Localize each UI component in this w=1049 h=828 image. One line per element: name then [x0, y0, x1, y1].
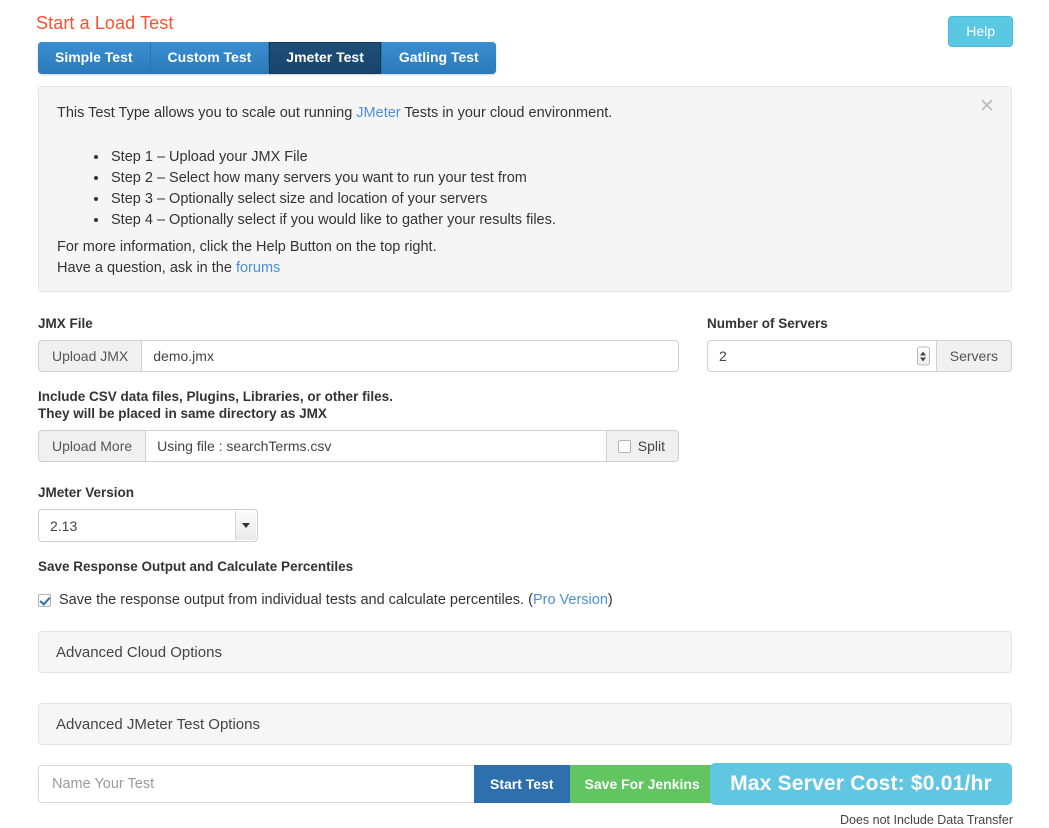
jmeter-version-section: JMeter Version 2.13 [38, 484, 338, 542]
number-of-servers-section: Number of Servers Servers [707, 315, 1012, 372]
jmx-input-group: Upload JMX [38, 340, 679, 372]
jmeter-version-value: 2.13 [50, 517, 78, 534]
info-panel: ✕ This Test Type allows you to scale out… [38, 86, 1012, 292]
save-response-text-main: Save the response output from individual… [59, 592, 533, 608]
list-item: Step 3 – Optionally select size and loca… [109, 189, 556, 210]
test-name-input[interactable] [38, 765, 474, 803]
forums-link[interactable]: forums [236, 260, 280, 276]
close-icon[interactable]: ✕ [977, 96, 997, 116]
servers-number-input[interactable] [707, 340, 937, 372]
info-lead-before: This Test Type allows you to scale out r… [57, 105, 357, 121]
servers-number-wrap [707, 340, 937, 372]
info-footer-line1: For more information, click the Help But… [57, 239, 437, 255]
save-response-text: Save the response output from individual… [59, 592, 613, 608]
tab-gatling-test[interactable]: Gatling Test [381, 42, 496, 75]
servers-unit-label: Servers [936, 340, 1012, 372]
page-title: Start a Load Test [36, 13, 174, 33]
list-item: Step 4 – Optionally select if you would … [109, 210, 556, 231]
save-for-jenkins-button[interactable]: Save For Jenkins [569, 765, 715, 803]
jmeter-version-label: JMeter Version [38, 485, 135, 500]
jmeter-version-select[interactable]: 2.13 [38, 509, 258, 542]
upload-more-button[interactable]: Upload More [38, 430, 146, 462]
info-footer-line2-text: Have a question, ask in the [57, 260, 236, 276]
tab-jmeter-test[interactable]: Jmeter Test [269, 42, 382, 75]
jmeter-link[interactable]: JMeter [356, 105, 400, 121]
help-button[interactable]: Help [948, 16, 1013, 47]
jmx-file-input[interactable] [141, 340, 679, 372]
list-item: Step 2 – Select how many servers you wan… [109, 168, 556, 189]
tab-simple-test[interactable]: Simple Test [38, 42, 151, 75]
cost-note: Does not Include Data Transfer [839, 813, 1013, 827]
pro-version-link[interactable]: Pro Version [533, 592, 608, 608]
split-label: Split [637, 438, 665, 454]
advanced-cloud-options-panel[interactable]: Advanced Cloud Options [38, 631, 1012, 673]
save-response-checkbox[interactable] [38, 593, 51, 607]
start-test-button[interactable]: Start Test [474, 765, 570, 803]
number-of-servers-label: Number of Servers [707, 316, 828, 331]
chevron-down-icon[interactable] [235, 511, 256, 540]
advanced-jmeter-options-panel[interactable]: Advanced JMeter Test Options [38, 703, 1012, 745]
info-footer-line2: Have a question, ask in the forums [57, 258, 437, 279]
load-test-page: Start a Load Test Help Simple Test Custo… [0, 0, 1049, 828]
tab-custom-test[interactable]: Custom Test [150, 42, 270, 75]
info-lead-text: This Test Type allows you to scale out r… [57, 105, 612, 121]
info-steps-list: Step 1 – Upload your JMX File Step 2 – S… [91, 147, 556, 231]
save-response-row[interactable]: Save the response output from individual… [38, 592, 738, 608]
servers-input-group: Servers [707, 340, 1012, 372]
include-files-label-line2: They will be placed in same directory as… [38, 406, 327, 421]
spinner-updown-icon[interactable] [916, 346, 930, 366]
info-lead-after: Tests in your cloud environment. [400, 105, 613, 121]
include-files-label-line1: Include CSV data files, Plugins, Librari… [38, 389, 393, 404]
list-item: Step 1 – Upload your JMX File [109, 147, 556, 168]
include-files-input-group: Upload More Split [38, 430, 679, 462]
save-response-text-after: ) [607, 592, 613, 608]
split-checkbox[interactable] [617, 439, 631, 453]
upload-jmx-button[interactable]: Upload JMX [38, 340, 142, 372]
jmx-file-label: JMX File [38, 316, 93, 331]
split-checkbox-group[interactable]: Split [606, 430, 679, 462]
max-server-cost-button[interactable]: Max Server Cost: $0.01/hr [710, 763, 1012, 805]
include-files-input[interactable] [145, 430, 607, 462]
info-footer: For more information, click the Help But… [57, 237, 437, 279]
save-response-section: Save Response Output and Calculate Perce… [38, 558, 738, 608]
test-type-tabs: Simple Test Custom Test Jmeter Test Gatl… [38, 42, 496, 75]
jmx-file-section: JMX File Upload JMX [38, 315, 679, 372]
bottom-action-bar: Start Test Save For Jenkins [38, 765, 715, 803]
save-response-label: Save Response Output and Calculate Perce… [38, 559, 354, 574]
include-files-section: Include CSV data files, Plugins, Librari… [38, 388, 679, 462]
